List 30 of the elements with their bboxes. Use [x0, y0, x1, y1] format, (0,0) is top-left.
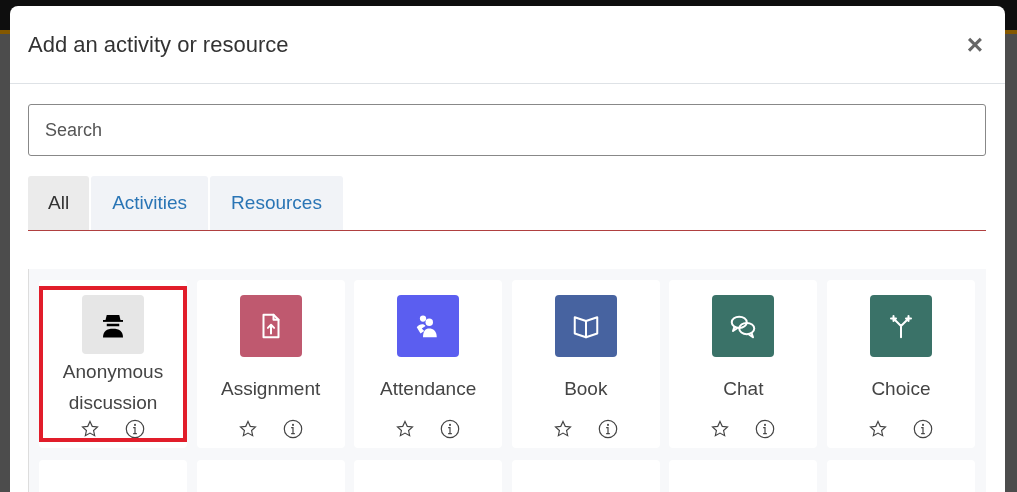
info-icon[interactable]: [439, 418, 462, 440]
activity-card[interactable]: Book: [511, 280, 660, 448]
activity-card[interactable]: Choice: [826, 280, 975, 448]
activity-name: Book: [563, 377, 609, 401]
star-icon[interactable]: [710, 419, 731, 439]
star-icon[interactable]: [80, 419, 100, 439]
activity-name: Anonymous discussion: [61, 360, 165, 415]
info-icon[interactable]: [754, 418, 777, 440]
info-icon[interactable]: [124, 418, 146, 440]
star-icon[interactable]: [237, 419, 258, 439]
activity-card[interactable]: Anonymous discussion: [39, 280, 187, 448]
star-icon[interactable]: [552, 419, 573, 439]
tab[interactable]: All: [28, 176, 90, 230]
activity-card[interactable]: Chat: [669, 280, 818, 448]
activity-name: Choice: [870, 377, 932, 401]
search-field[interactable]: Search: [28, 104, 986, 156]
activity-name: Assignment: [219, 377, 322, 401]
activity-card[interactable]: Assignment: [196, 280, 345, 448]
activity-name: Attendance: [379, 377, 478, 401]
info-icon[interactable]: [596, 418, 619, 440]
info-icon[interactable]: [281, 418, 304, 440]
tab[interactable]: Activities: [91, 176, 209, 230]
close-button[interactable]: ×: [962, 30, 987, 59]
star-icon[interactable]: [867, 419, 888, 439]
activity-name: Chat: [722, 377, 765, 401]
info-icon[interactable]: [911, 418, 934, 440]
star-icon[interactable]: [395, 419, 416, 439]
activity-card[interactable]: Attendance: [354, 280, 503, 448]
tab[interactable]: Resources: [210, 176, 343, 230]
dialog-title: Add an activity or resource: [28, 31, 289, 58]
